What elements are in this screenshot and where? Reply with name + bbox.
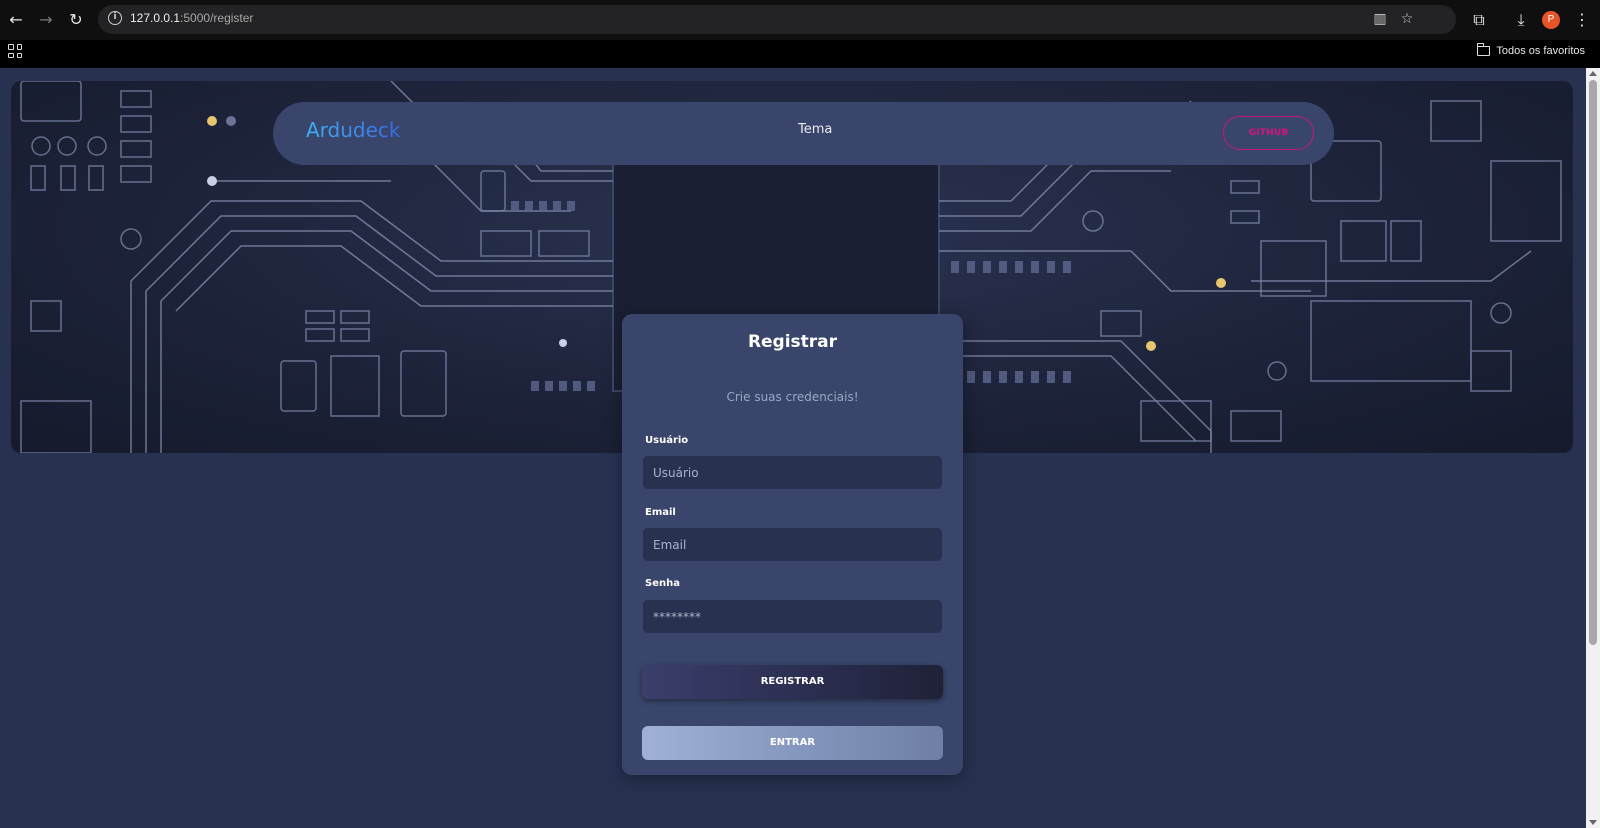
forward-icon[interactable]: → — [35, 9, 57, 31]
download-icon[interactable]: ⤓ — [1510, 9, 1532, 31]
star-icon[interactable]: ☆ — [1398, 10, 1416, 28]
page-scrollbar[interactable] — [1586, 68, 1600, 828]
email-input[interactable] — [643, 528, 942, 561]
apps-icon[interactable] — [8, 44, 22, 58]
register-button[interactable]: REGISTRAR — [642, 665, 943, 699]
url-host: 127.0.0.1 — [130, 11, 181, 25]
menu-dots-icon[interactable]: ⋮ — [1571, 9, 1593, 31]
register-title: Registrar — [747, 332, 838, 352]
login-button[interactable]: ENTRAR — [642, 726, 943, 760]
address-bar[interactable]: i 127.0.0.1:5000/register ▥ ☆ — [98, 5, 1456, 34]
top-navbar: Ardudeck Tema GITHUB — [273, 102, 1334, 165]
bookmarks-label: Todos os favoritos — [1496, 45, 1585, 57]
theme-link[interactable]: Tema — [798, 122, 832, 137]
github-button[interactable]: GITHUB — [1223, 116, 1314, 150]
reload-icon[interactable]: ↻ — [65, 9, 87, 31]
brand-logo[interactable]: Ardudeck — [306, 118, 401, 142]
page-viewport: Ardudeck Tema GITHUB Registrar Crie suas… — [0, 68, 1586, 828]
extensions-icon[interactable]: ⧉ — [1468, 9, 1490, 31]
username-input[interactable] — [643, 456, 942, 489]
address-url[interactable]: 127.0.0.1:5000/register — [130, 11, 253, 25]
bookmarks-bar: Todos os favoritos — [0, 40, 1600, 68]
register-card: Registrar Crie suas credenciais! Usuário… — [622, 314, 963, 775]
register-subtitle: Crie suas credenciais! — [726, 390, 859, 404]
scroll-down-icon[interactable] — [1589, 820, 1597, 825]
back-icon[interactable]: ← — [5, 9, 27, 31]
folder-icon — [1476, 43, 1491, 56]
email-label: Email — [645, 507, 676, 518]
password-input[interactable] — [643, 600, 942, 633]
scroll-thumb[interactable] — [1589, 80, 1597, 645]
password-label: Senha — [645, 578, 680, 589]
avatar[interactable]: P — [1542, 11, 1560, 29]
username-label: Usuário — [645, 435, 689, 446]
site-info-icon[interactable]: i — [108, 11, 122, 25]
translate-icon[interactable]: ▥ — [1371, 10, 1389, 28]
url-path: :5000/register — [180, 11, 254, 25]
scroll-up-icon[interactable] — [1589, 71, 1597, 76]
all-bookmarks[interactable]: Todos os favoritos — [1476, 43, 1585, 57]
browser-toolbar: ← → ↻ i 127.0.0.1:5000/register ▥ ☆ ⧉ ⤓ … — [0, 0, 1600, 40]
